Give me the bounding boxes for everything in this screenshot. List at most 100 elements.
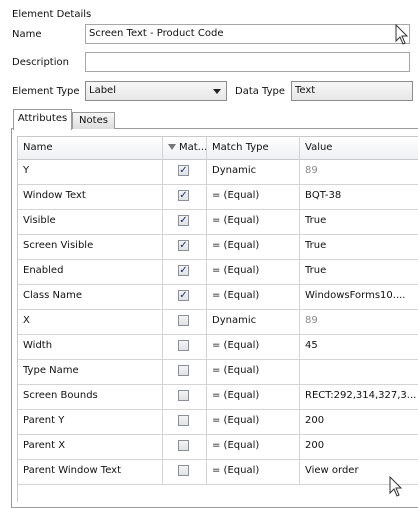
attr-name: X bbox=[18, 309, 163, 334]
match-checkbox[interactable]: ✓ bbox=[178, 190, 189, 201]
description-label: Description bbox=[12, 57, 69, 68]
match-type-cell[interactable]: = (Equal) bbox=[207, 409, 300, 434]
attr-name: Class Name bbox=[18, 284, 163, 309]
match-type-cell[interactable]: = (Equal) bbox=[207, 209, 300, 234]
match-checkbox[interactable]: ✓ bbox=[178, 165, 189, 176]
grid-header: Name Mat... Match Type Value bbox=[18, 137, 418, 160]
attr-name: Y bbox=[18, 159, 163, 184]
attr-name: Window Text bbox=[18, 184, 163, 209]
name-field[interactable]: Screen Text - Product Code bbox=[85, 24, 410, 44]
match-checkbox[interactable] bbox=[178, 390, 189, 401]
mouse-cursor-icon-2 bbox=[389, 476, 403, 497]
element-type-value: Label bbox=[89, 85, 116, 96]
attr-name: Enabled bbox=[18, 259, 163, 284]
table-row[interactable]: Enabled ✓ = (Equal) True bbox=[18, 259, 418, 285]
match-type-cell[interactable]: = (Equal) bbox=[207, 384, 300, 409]
match-checkbox[interactable] bbox=[178, 365, 189, 376]
match-cell bbox=[163, 459, 207, 484]
match-type-cell[interactable]: = (Equal) bbox=[207, 459, 300, 484]
value-cell[interactable]: WindowsForms10.... bbox=[300, 284, 418, 309]
table-row[interactable]: Visible ✓ = (Equal) True bbox=[18, 209, 418, 235]
data-type-label: Data Type bbox=[235, 86, 286, 97]
element-type-select[interactable]: Label bbox=[85, 81, 227, 101]
match-cell bbox=[163, 334, 207, 359]
match-checkbox[interactable]: ✓ bbox=[178, 240, 189, 251]
section-title: Element Details bbox=[12, 9, 92, 20]
value-cell[interactable]: 200 bbox=[300, 409, 418, 434]
match-cell: ✓ bbox=[163, 284, 207, 309]
tab-notes[interactable]: Notes bbox=[72, 112, 115, 129]
filter-icon[interactable] bbox=[168, 144, 176, 150]
match-cell: ✓ bbox=[163, 259, 207, 284]
match-type-cell[interactable]: = (Equal) bbox=[207, 259, 300, 284]
tab-attributes[interactable]: Attributes bbox=[13, 109, 72, 130]
table-row[interactable]: Width = (Equal) 45 bbox=[18, 334, 418, 360]
match-checkbox[interactable] bbox=[178, 415, 189, 426]
description-field[interactable] bbox=[85, 52, 410, 72]
attr-name: Screen Bounds bbox=[18, 384, 163, 409]
value-cell[interactable]: True bbox=[300, 209, 418, 234]
match-type-cell[interactable]: = (Equal) bbox=[207, 184, 300, 209]
match-type-cell[interactable]: Dynamic bbox=[207, 159, 300, 184]
table-row[interactable]: Parent X = (Equal) 200 bbox=[18, 434, 418, 460]
match-type-cell[interactable]: = (Equal) bbox=[207, 434, 300, 459]
match-checkbox[interactable]: ✓ bbox=[178, 215, 189, 226]
match-type-cell[interactable]: = (Equal) bbox=[207, 234, 300, 259]
attr-name: Type Name bbox=[18, 359, 163, 384]
table-row[interactable]: Window Text ✓ = (Equal) BQT-38 bbox=[18, 184, 418, 210]
element-type-label: Element Type bbox=[12, 86, 80, 97]
name-label: Name bbox=[12, 29, 42, 40]
attr-name: Parent X bbox=[18, 434, 163, 459]
chevron-down-icon bbox=[213, 89, 221, 94]
match-checkbox[interactable] bbox=[178, 465, 189, 476]
mouse-cursor-icon bbox=[395, 24, 409, 45]
col-header-match-type[interactable]: Match Type bbox=[207, 137, 300, 159]
table-row[interactable]: Parent Window Text = (Equal) View order bbox=[18, 459, 418, 485]
value-cell[interactable]: 89 bbox=[300, 159, 418, 184]
match-cell bbox=[163, 309, 207, 334]
value-cell[interactable]: 45 bbox=[300, 334, 418, 359]
match-cell bbox=[163, 434, 207, 459]
table-row[interactable]: Parent Y = (Equal) 200 bbox=[18, 409, 418, 435]
match-cell bbox=[163, 384, 207, 409]
attributes-grid: Name Mat... Match Type Value Y ✓ Dynamic 89… bbox=[17, 136, 418, 502]
table-row[interactable]: X Dynamic 89 bbox=[18, 309, 418, 335]
col-header-match[interactable]: Mat... bbox=[163, 137, 207, 159]
table-row[interactable]: Class Name ✓ = (Equal) WindowsForms10.... bbox=[18, 284, 418, 310]
match-checkbox[interactable] bbox=[178, 440, 189, 451]
table-row[interactable]: Type Name = (Equal) bbox=[18, 359, 418, 385]
col-header-value[interactable]: Value bbox=[300, 137, 418, 159]
match-type-cell[interactable]: Dynamic bbox=[207, 309, 300, 334]
match-checkbox[interactable]: ✓ bbox=[178, 290, 189, 301]
attr-name: Screen Visible bbox=[18, 234, 163, 259]
attr-name: Visible bbox=[18, 209, 163, 234]
value-cell[interactable]: True bbox=[300, 259, 418, 284]
match-cell: ✓ bbox=[163, 184, 207, 209]
match-type-cell[interactable]: = (Equal) bbox=[207, 284, 300, 309]
match-checkbox[interactable] bbox=[178, 340, 189, 351]
match-cell: ✓ bbox=[163, 209, 207, 234]
match-checkbox[interactable] bbox=[178, 315, 189, 326]
attr-name: Parent Window Text bbox=[18, 459, 163, 484]
value-cell[interactable]: True bbox=[300, 234, 418, 259]
match-checkbox[interactable]: ✓ bbox=[178, 265, 189, 276]
attr-name: Width bbox=[18, 334, 163, 359]
data-type-select[interactable]: Text bbox=[291, 81, 413, 101]
col-header-match-label: Mat... bbox=[179, 142, 207, 153]
data-type-value: Text bbox=[295, 85, 316, 96]
value-cell[interactable]: BQT-38 bbox=[300, 184, 418, 209]
match-type-cell[interactable]: = (Equal) bbox=[207, 334, 300, 359]
table-row[interactable]: Y ✓ Dynamic 89 bbox=[18, 159, 418, 185]
match-cell: ✓ bbox=[163, 234, 207, 259]
match-cell bbox=[163, 359, 207, 384]
table-row[interactable]: Screen Bounds = (Equal) RECT:292,314,327,3… bbox=[18, 384, 418, 410]
attr-name: Parent Y bbox=[18, 409, 163, 434]
match-cell: ✓ bbox=[163, 159, 207, 184]
value-cell[interactable]: 89 bbox=[300, 309, 418, 334]
value-cell[interactable]: 200 bbox=[300, 434, 418, 459]
table-row[interactable]: Screen Visible ✓ = (Equal) True bbox=[18, 234, 418, 260]
match-type-cell[interactable]: = (Equal) bbox=[207, 359, 300, 384]
value-cell[interactable] bbox=[300, 359, 418, 384]
value-cell[interactable]: RECT:292,314,327,3... bbox=[300, 384, 418, 409]
col-header-name[interactable]: Name bbox=[18, 137, 163, 159]
